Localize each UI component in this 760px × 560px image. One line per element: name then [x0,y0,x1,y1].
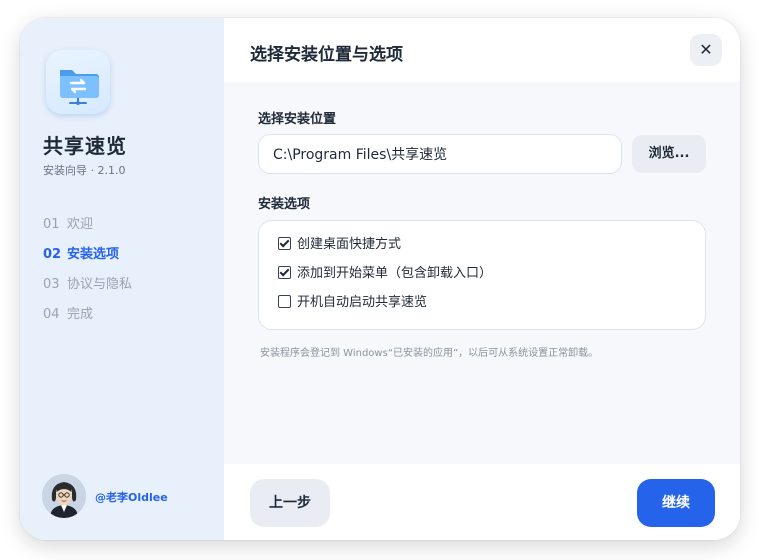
shared-folder-icon [46,50,110,114]
checkbox-unchecked[interactable] [278,295,291,308]
step-welcome: 01 欢迎 [43,215,132,245]
continue-button[interactable]: 继续 [637,479,715,527]
checkbox-checked[interactable] [278,237,291,250]
option-autostart[interactable]: 开机自动启动共享速览 [278,293,427,313]
step-label: 欢迎 [67,217,94,232]
option-label: 开机自动启动共享速览 [297,295,428,310]
option-label: 创建桌面快捷方式 [297,237,402,252]
step-agreement-privacy: 03 协议与隐私 [43,275,132,305]
main-panel: 选择安装位置与选项 ✕ 选择安装位置 浏览... 安装选项 创建桌面快捷方式 添… [224,18,740,540]
install-path-input[interactable] [258,134,622,174]
step-list: 01 欢迎 02 安装选项 03 协议与隐私 04 完成 [43,215,132,335]
option-desktop-shortcut[interactable]: 创建桌面快捷方式 [278,235,401,255]
step-finish: 04 完成 [43,305,132,335]
checkbox-checked[interactable] [278,266,291,279]
close-icon: ✕ [699,40,713,59]
option-label: 添加到开始菜单（包含卸载入口） [297,266,493,281]
author-handle: @老李Oldlee [95,491,168,504]
install-options-label: 安装选项 [258,197,311,212]
step-number: 03 [43,277,60,292]
step-number: 02 [43,247,62,262]
install-location-label: 选择安装位置 [258,112,337,127]
browse-button[interactable]: 浏览... [632,135,706,173]
sidebar: 共享速览 安装向导 · 2.1.0 01 欢迎 02 安装选项 03 协议与隐私 04… [20,18,224,540]
app-version: 安装向导 · 2.1.0 [43,164,126,177]
step-number: 01 [43,217,60,232]
step-label: 协议与隐私 [67,277,133,292]
step-install-options: 02 安装选项 [43,245,132,275]
uninstall-note: 安装程序会登记到 Windows“已安装的应用”，以后可从系统设置正常卸载。 [260,348,599,359]
close-button[interactable]: ✕ [690,34,722,66]
option-start-menu[interactable]: 添加到开始菜单（包含卸载入口） [278,264,492,284]
header: 选择安装位置与选项 ✕ [224,18,740,82]
step-label: 完成 [67,307,94,322]
step-number: 04 [43,307,60,322]
back-button[interactable]: 上一步 [250,479,330,527]
app-title: 共享速览 [43,134,127,158]
step-label: 安装选项 [67,247,120,262]
page-title: 选择安装位置与选项 [250,45,403,65]
footer: 上一步 继续 [224,464,740,540]
installer-window: 共享速览 安装向导 · 2.1.0 01 欢迎 02 安装选项 03 协议与隐私 04… [20,18,740,540]
user-avatar [42,474,86,518]
options-panel: 创建桌面快捷方式 添加到开始菜单（包含卸载入口） 开机自动启动共享速览 [258,220,706,330]
